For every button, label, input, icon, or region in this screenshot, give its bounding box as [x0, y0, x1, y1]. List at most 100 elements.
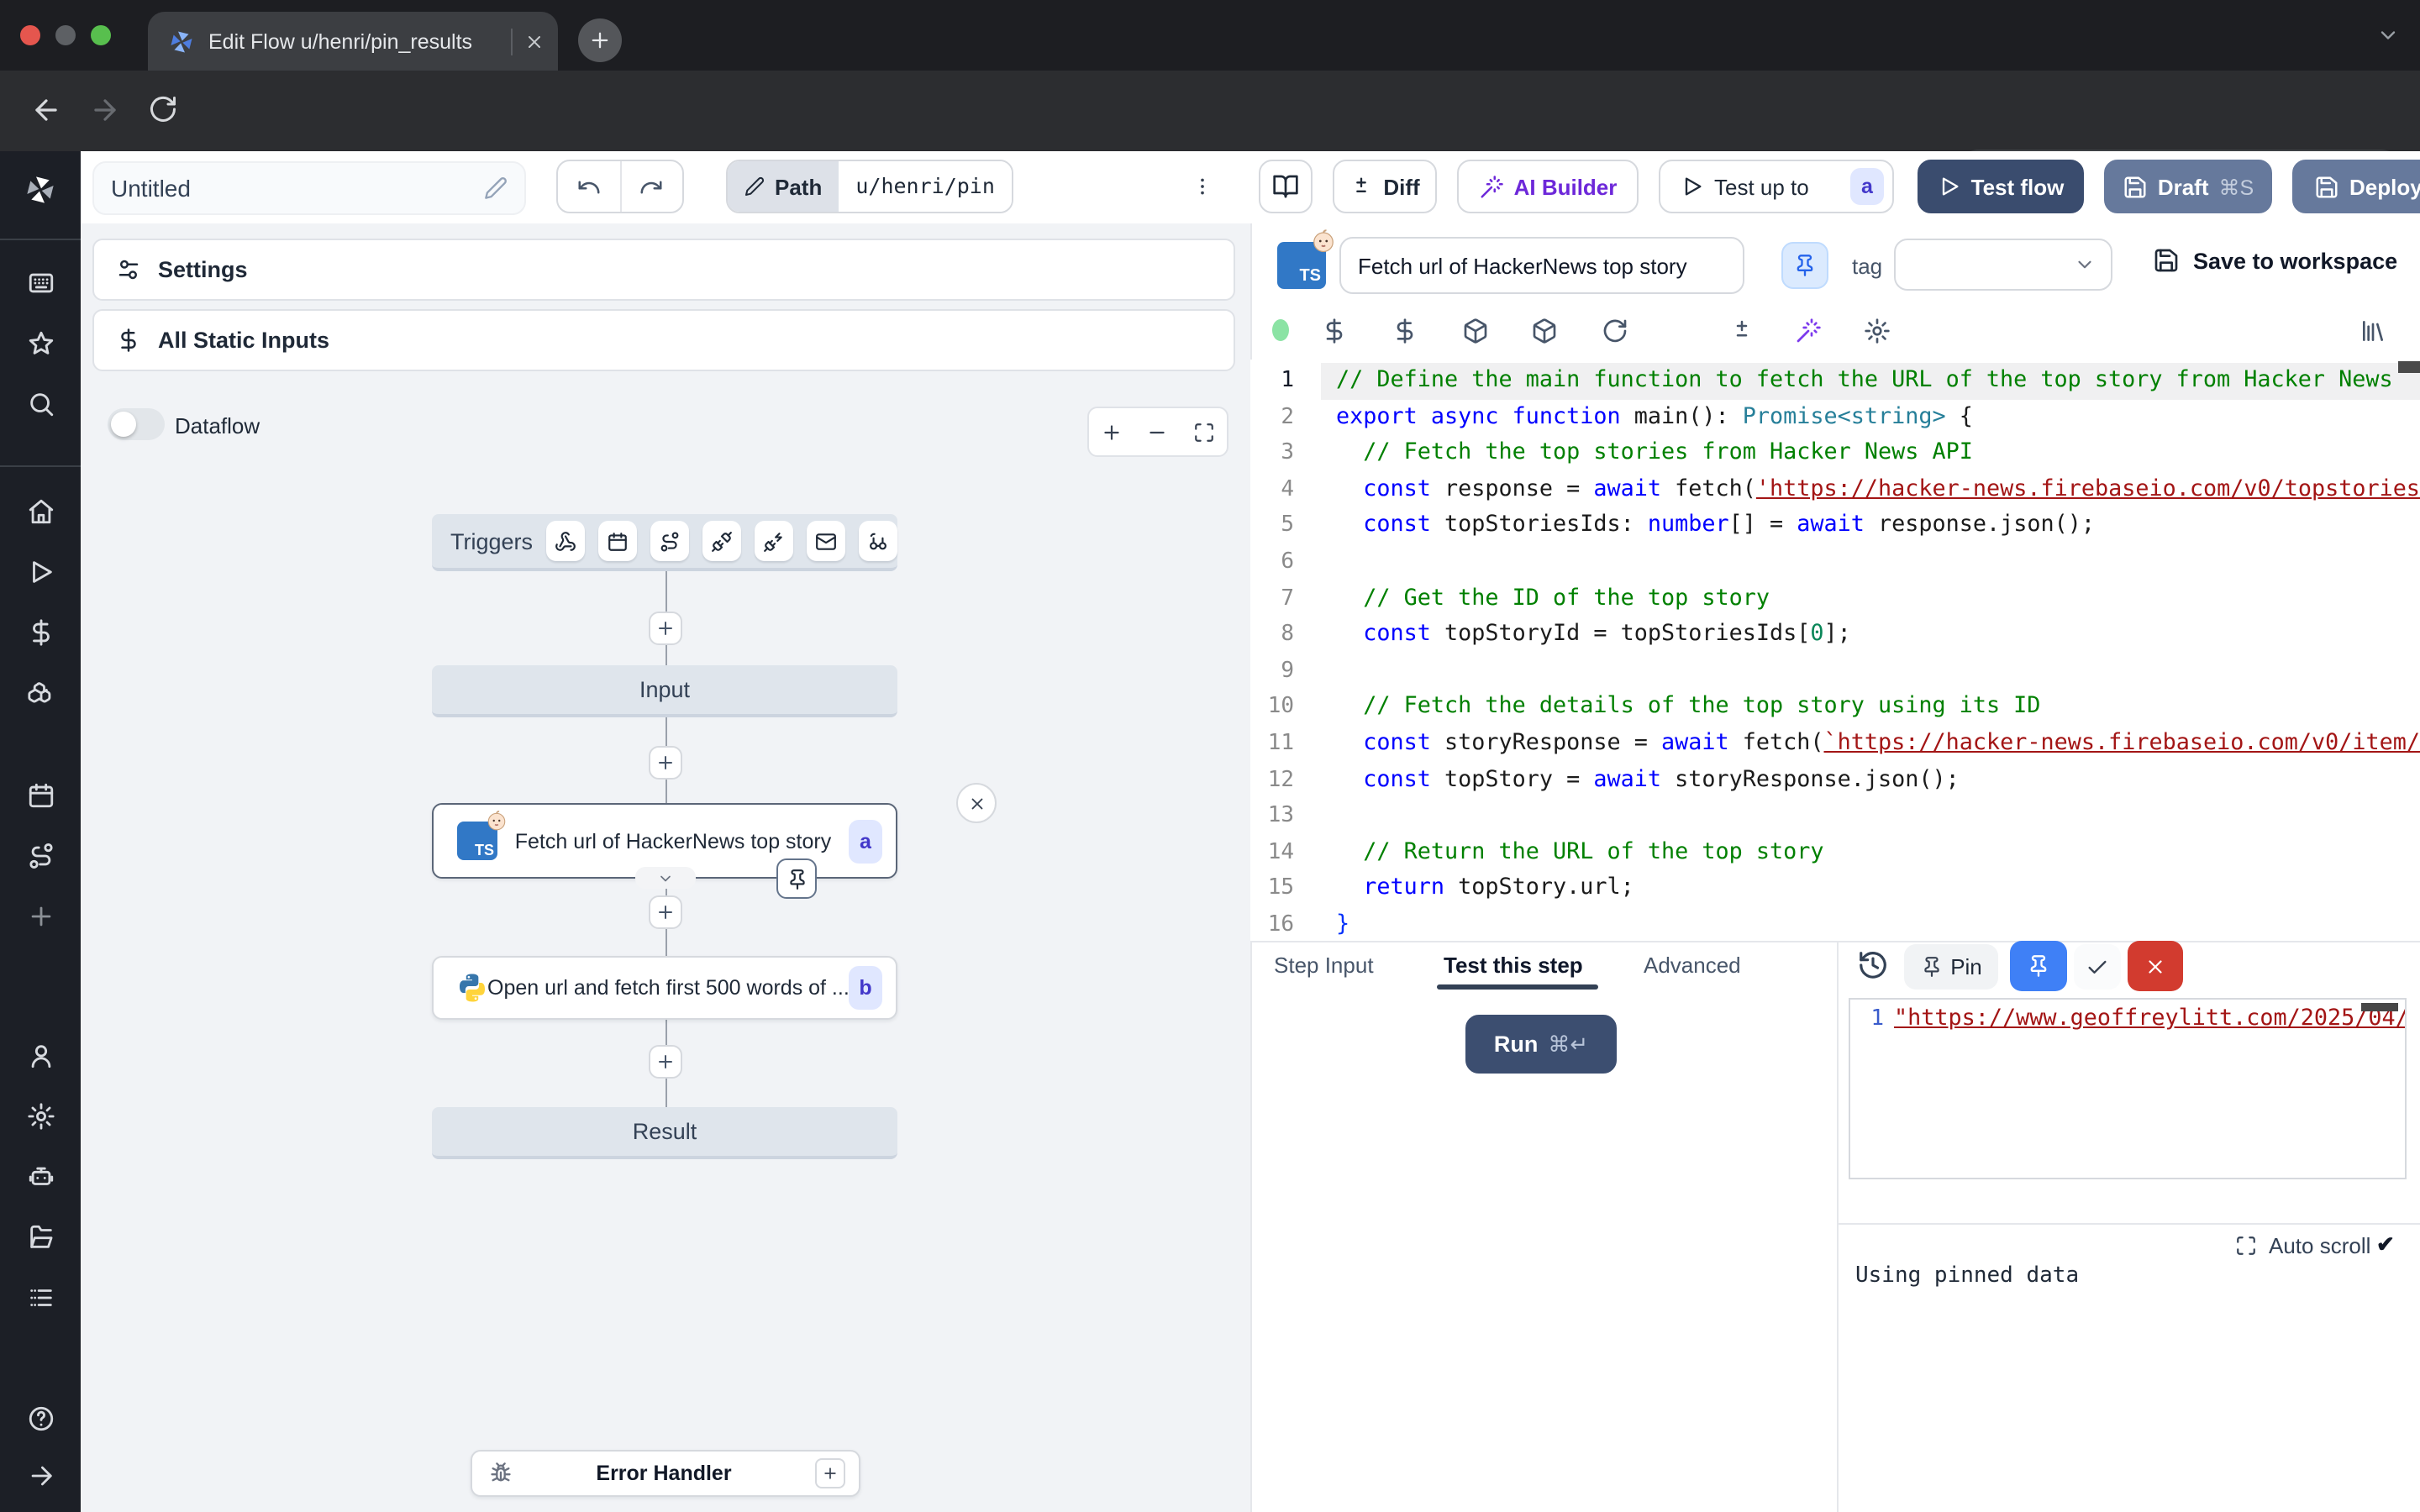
- sidebar-item-favorites[interactable]: [26, 329, 55, 358]
- save-to-workspace-button[interactable]: Save to workspace: [2153, 247, 2397, 274]
- test-up-to-button[interactable]: Test up to a: [1659, 160, 1894, 213]
- zoom-in-button[interactable]: [1089, 421, 1135, 443]
- result-node[interactable]: Result: [432, 1107, 897, 1159]
- undo-button[interactable]: [558, 161, 619, 212]
- error-handler-node[interactable]: Error Handler: [471, 1450, 860, 1497]
- pinned-value-editor[interactable]: 1 "https://www.geoffreylitt.com/2025/04/…: [1849, 998, 2407, 1179]
- mini-editor-scrollbar[interactable]: [2361, 1003, 2398, 1011]
- sidebar-item-routes[interactable]: [26, 842, 55, 870]
- poll-icon[interactable]: [859, 521, 897, 561]
- diff-icon[interactable]: [1729, 318, 1754, 343]
- zoom-out-button[interactable]: [1135, 421, 1181, 443]
- expand-output-icon[interactable]: [2235, 1235, 2257, 1257]
- dataflow-toggle[interactable]: [108, 408, 165, 440]
- path-chip[interactable]: Path u/henri/pin: [726, 160, 1013, 213]
- path-value[interactable]: u/henri/pin: [839, 161, 1012, 212]
- window-close-button[interactable]: [20, 25, 40, 45]
- editor-settings-icon[interactable]: [1864, 318, 1891, 344]
- accept-button[interactable]: [2074, 944, 2121, 990]
- tab-test-this-step[interactable]: Test this step: [1444, 953, 1583, 978]
- tag-select[interactable]: [1894, 239, 2112, 291]
- resources-icon[interactable]: [1392, 318, 1418, 344]
- close-result-button[interactable]: [2128, 941, 2183, 991]
- email-icon[interactable]: [807, 521, 845, 561]
- all-static-inputs-row[interactable]: All Static Inputs: [92, 309, 1235, 371]
- diff-button[interactable]: Diff: [1333, 160, 1437, 213]
- expand-sidebar-icon[interactable]: [26, 1462, 55, 1490]
- remove-step-a-button[interactable]: [956, 783, 997, 823]
- window-minimize-button[interactable]: [55, 25, 76, 45]
- http-route-icon[interactable]: [650, 521, 689, 561]
- help-icon[interactable]: [26, 1404, 55, 1433]
- code-editor[interactable]: 12345678910111213141516 // Define the ma…: [1250, 360, 2420, 941]
- tab-advanced[interactable]: Advanced: [1644, 953, 1741, 978]
- edit-name-pencil-icon[interactable]: [484, 176, 508, 200]
- variables-icon[interactable]: [1321, 318, 1348, 344]
- pinned-active-button[interactable]: [2010, 941, 2067, 991]
- input-node[interactable]: Input: [432, 665, 897, 717]
- library-icon[interactable]: [2360, 318, 2386, 344]
- collapse-step-a-chevron[interactable]: [635, 867, 696, 889]
- sidebar-item-variables[interactable]: [26, 618, 55, 647]
- triggers-node[interactable]: Triggers: [432, 514, 897, 571]
- sidebar-item-settings[interactable]: [26, 1102, 55, 1131]
- topbar-more-menu-icon[interactable]: [1192, 170, 1213, 203]
- deploy-button[interactable]: Deploy: [2292, 160, 2420, 213]
- tab-close-icon[interactable]: [524, 31, 544, 51]
- browser-tab[interactable]: Edit Flow u/henri/pin_results: [148, 12, 558, 71]
- auto-scroll-label[interactable]: Auto scroll: [2269, 1233, 2370, 1258]
- forward-icon[interactable]: [89, 94, 121, 126]
- history-icon[interactable]: [1857, 949, 1889, 981]
- back-icon[interactable]: [30, 94, 62, 126]
- code-lines[interactable]: // Define the main function to fetch the…: [1321, 363, 2420, 941]
- package-icon[interactable]: [1462, 318, 1489, 344]
- sidebar-item-workers[interactable]: [26, 1163, 55, 1191]
- reload-icon[interactable]: [148, 94, 178, 124]
- tab-step-input[interactable]: Step Input: [1274, 953, 1374, 978]
- sidebar-item-add[interactable]: [26, 902, 55, 931]
- tab-search-chevron-icon[interactable]: [2376, 24, 2400, 47]
- package-icon-2[interactable]: [1531, 318, 1558, 344]
- redo-button[interactable]: [621, 161, 682, 212]
- sidebar-item-home[interactable]: [26, 497, 55, 526]
- new-tab-button[interactable]: [578, 18, 622, 62]
- add-step-button[interactable]: [649, 746, 682, 780]
- step-a-pin-badge[interactable]: [776, 858, 817, 899]
- add-error-handler-button[interactable]: [815, 1458, 845, 1488]
- test-up-to-step-badge[interactable]: a: [1850, 168, 1884, 205]
- run-button[interactable]: Run ⌘↵: [1465, 1015, 1617, 1074]
- schedule-icon[interactable]: [598, 521, 637, 561]
- add-step-button[interactable]: [649, 612, 682, 645]
- sidebar-item-apps[interactable]: [26, 269, 55, 297]
- windmill-logo[interactable]: [24, 173, 57, 207]
- pin-toggle-button[interactable]: [1781, 242, 1828, 289]
- kafka-icon[interactable]: [755, 521, 793, 561]
- search-icon[interactable]: [26, 390, 55, 418]
- add-step-button[interactable]: [649, 895, 682, 929]
- path-button[interactable]: Path: [728, 161, 839, 212]
- sidebar-item-folders[interactable]: [26, 1223, 55, 1252]
- auto-scroll-check[interactable]: ✔: [2376, 1231, 2395, 1258]
- flow-name-field[interactable]: Untitled: [92, 161, 526, 215]
- docs-button[interactable]: [1259, 160, 1313, 213]
- sidebar-item-runs[interactable]: [26, 558, 55, 586]
- flow-settings-row[interactable]: Settings: [92, 239, 1235, 301]
- add-step-button[interactable]: [649, 1045, 682, 1079]
- sidebar-item-audit-logs[interactable]: [26, 1284, 55, 1312]
- fit-view-button[interactable]: [1181, 421, 1227, 443]
- pin-button[interactable]: Pin: [1904, 944, 1998, 990]
- reload-script-icon[interactable]: [1602, 318, 1628, 344]
- draft-button[interactable]: Draft ⌘S: [2104, 160, 2272, 213]
- sidebar-item-schedules[interactable]: [26, 781, 55, 810]
- sidebar-item-resources[interactable]: [26, 679, 55, 707]
- window-zoom-button[interactable]: [91, 25, 111, 45]
- webhook-icon[interactable]: [546, 521, 585, 561]
- ai-wand-icon[interactable]: [1795, 318, 1822, 344]
- ai-builder-button[interactable]: AI Builder: [1457, 160, 1639, 213]
- websocket-icon[interactable]: [702, 521, 741, 561]
- step-title-input[interactable]: Fetch url of HackerNews top story: [1339, 237, 1744, 294]
- editor-scrollbar-thumb[interactable]: [2398, 361, 2420, 373]
- sidebar-item-users[interactable]: [26, 1042, 55, 1070]
- test-flow-button[interactable]: Test flow: [1918, 160, 2084, 213]
- step-node-b[interactable]: Open url and fetch first 500 words of ..…: [432, 956, 897, 1020]
